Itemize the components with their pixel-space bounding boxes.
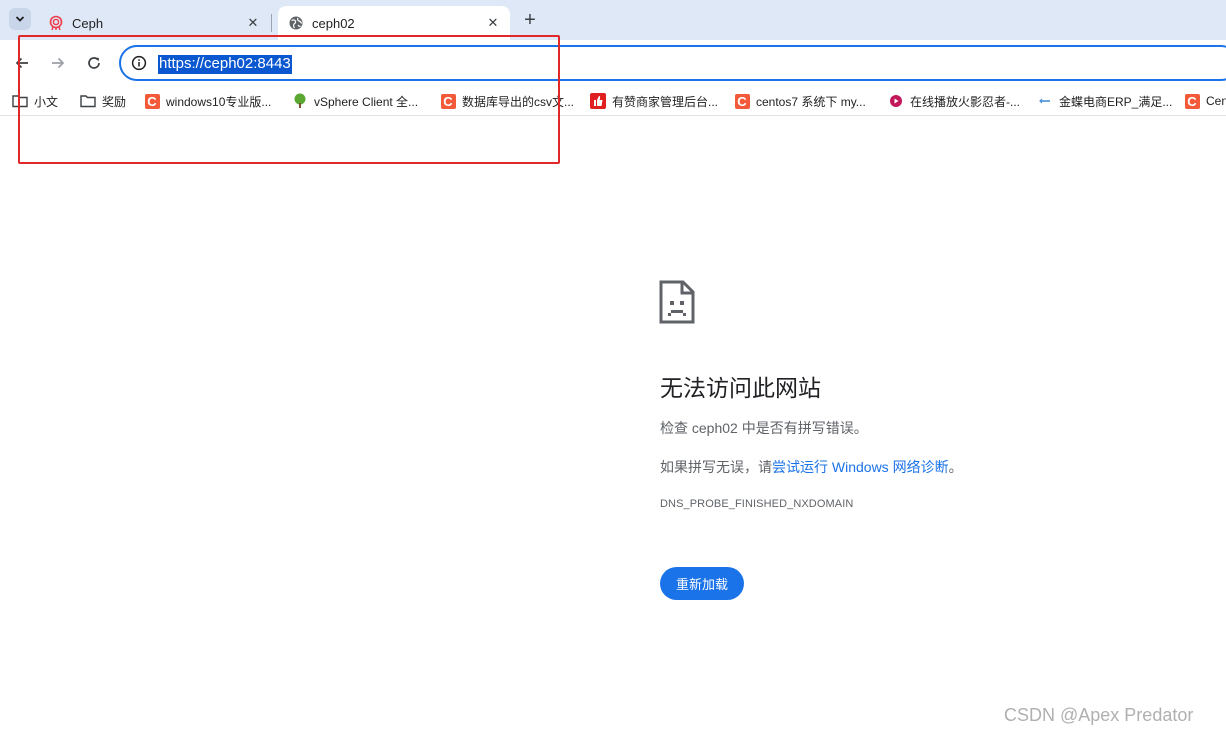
error-title: 无法访问此网站 [660, 375, 821, 401]
bookmark-centos7[interactable]: C centos7 系统下 my... [734, 92, 866, 110]
play-icon [888, 93, 904, 109]
tab-strip: Ceph ✕ ceph02 ✕ + [0, 0, 1226, 40]
bookmark-label: 有赞商家管理后台... [612, 94, 719, 109]
bookmark-cen[interactable]: C Cen [1184, 92, 1226, 110]
bookmark-youzan[interactable]: 有赞商家管理后台... [590, 92, 718, 110]
suggestion-prefix: 如果拼写无误，请 [660, 459, 772, 475]
tab-close-icon[interactable]: ✕ [484, 14, 502, 32]
network-diagnostics-link[interactable]: 尝试运行 Windows 网络诊断 [772, 459, 949, 475]
bookmark-kingdee[interactable]: 金蝶电商ERP_满足... [1037, 92, 1172, 110]
tab-title: Ceph [72, 15, 104, 31]
tab-search-button[interactable] [9, 8, 31, 30]
suggestion-suffix: 。 [948, 459, 963, 475]
error-suggestion: 如果拼写无误，请尝试运行 Windows 网络诊断。 [660, 457, 963, 477]
bookmark-label: 金蝶电商ERP_满足... [1059, 94, 1173, 109]
csdn-c-icon: C [734, 93, 750, 109]
bookmark-naruto[interactable]: 在线播放火影忍者-... [888, 92, 1020, 110]
reload-page-button[interactable]: 重新加载 [660, 567, 744, 600]
ceph-icon [48, 15, 64, 31]
bookmark-label: 在线播放火影忍者-... [910, 94, 1020, 109]
chevron-down-icon [15, 16, 25, 22]
error-code: DNS_PROBE_FINISHED_NXDOMAIN [660, 498, 854, 510]
watermark: CSDN @Apex Predator [1004, 705, 1194, 725]
erp-icon [1037, 93, 1053, 109]
globe-icon [288, 15, 304, 31]
tab-close-icon[interactable]: ✕ [244, 14, 262, 32]
new-tab-button[interactable]: + [520, 9, 540, 31]
tab-separator [271, 14, 272, 32]
error-check-spelling: 检查 ceph02 中是否有拼写错误。 [660, 420, 868, 436]
thumbs-up-icon [590, 93, 606, 109]
bookmark-label: Cen [1206, 94, 1226, 108]
tab-title: ceph02 [312, 15, 355, 31]
bookmark-label: centos7 系统下 my... [756, 94, 866, 109]
sad-document-icon [659, 280, 695, 324]
annotation-highlight-box [18, 35, 560, 164]
csdn-c-icon: C [1184, 93, 1200, 109]
